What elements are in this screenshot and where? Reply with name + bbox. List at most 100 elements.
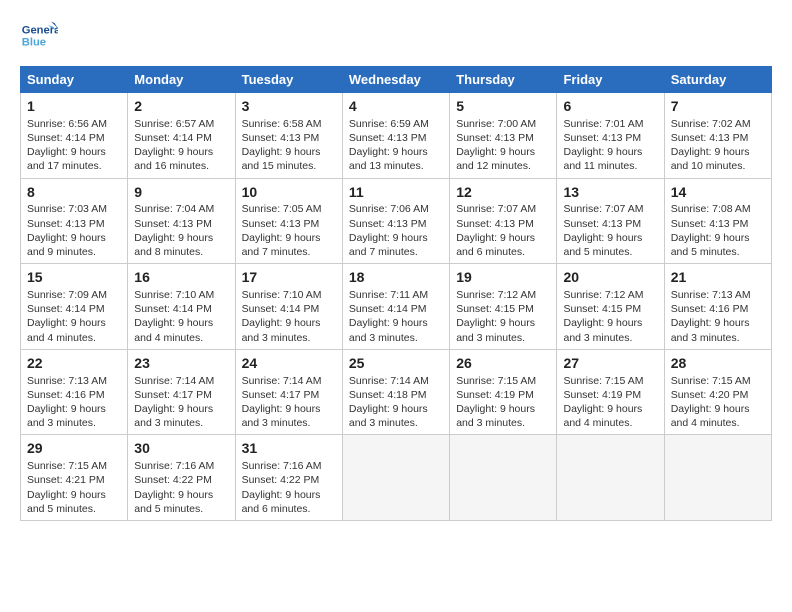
day-number: 26 [456,354,550,373]
day-cell-12: 12Sunrise: 7:07 AMSunset: 4:13 PMDayligh… [450,178,557,264]
day-cell-13: 13Sunrise: 7:07 AMSunset: 4:13 PMDayligh… [557,178,664,264]
day-cell-7: 7 Sunrise: 7:02 AMSunset: 4:13 PMDaylight… [664,93,771,179]
weekday-friday: Friday [557,67,664,93]
day-number: 27 [563,354,657,373]
day-number: 10 [242,183,336,202]
day-number: 21 [671,268,765,287]
weekday-wednesday: Wednesday [342,67,449,93]
empty-cell [450,435,557,521]
day-number: 12 [456,183,550,202]
day-cell-1: 1 Sunrise: 6:56 AMSunset: 4:14 PMDaylight… [21,93,128,179]
week-row-5: 29 Sunrise: 7:15 AMSunset: 4:21 PMDayligh… [21,435,772,521]
day-number: 25 [349,354,443,373]
day-cell-10: 10Sunrise: 7:05 AMSunset: 4:13 PMDayligh… [235,178,342,264]
day-info: Sunrise: 7:00 AMSunset: 4:13 PMDaylight:… [456,118,536,173]
day-info: Sunrise: 7:07 AMSunset: 4:13 PMDaylight:… [456,203,536,258]
day-info: Sunrise: 7:10 AMSunset: 4:14 PMDaylight:… [134,289,214,344]
empty-cell [342,435,449,521]
day-number: 4 [349,97,443,116]
day-number: 23 [134,354,228,373]
day-cell-20: 20 Sunrise: 7:12 AMSunset: 4:15 PMDayligh… [557,264,664,350]
page: General Blue SundayMondayTuesdayWednesda… [0,0,792,533]
day-cell-26: 26 Sunrise: 7:15 AMSunset: 4:19 PMDayligh… [450,349,557,435]
day-number: 9 [134,183,228,202]
day-cell-2: 2Sunrise: 6:57 AMSunset: 4:14 PMDaylight… [128,93,235,179]
day-info: Sunrise: 7:11 AMSunset: 4:14 PMDaylight:… [349,289,428,344]
week-row-4: 22Sunrise: 7:13 AMSunset: 4:16 PMDayligh… [21,349,772,435]
day-number: 18 [349,268,443,287]
day-info: Sunrise: 7:09 AMSunset: 4:14 PMDaylight:… [27,289,107,344]
weekday-saturday: Saturday [664,67,771,93]
empty-cell [664,435,771,521]
weekday-sunday: Sunday [21,67,128,93]
day-number: 16 [134,268,228,287]
day-info: Sunrise: 7:10 AMSunset: 4:14 PMDaylight:… [242,289,322,344]
day-cell-14: 14Sunrise: 7:08 AMSunset: 4:13 PMDayligh… [664,178,771,264]
day-number: 24 [242,354,336,373]
day-cell-27: 27 Sunrise: 7:15 AMSunset: 4:19 PMDayligh… [557,349,664,435]
day-info: Sunrise: 7:07 AMSunset: 4:13 PMDaylight:… [563,203,643,258]
day-cell-3: 3 Sunrise: 6:58 AMSunset: 4:13 PMDaylight… [235,93,342,179]
day-info: Sunrise: 7:14 AMSunset: 4:17 PMDaylight:… [134,375,214,430]
day-number: 15 [27,268,121,287]
day-info: Sunrise: 7:16 AMSunset: 4:22 PMDaylight:… [242,460,322,515]
day-info: Sunrise: 7:06 AMSunset: 4:13 PMDaylight:… [349,203,429,258]
weekday-tuesday: Tuesday [235,67,342,93]
day-info: Sunrise: 6:58 AMSunset: 4:13 PMDaylight:… [242,118,322,173]
day-cell-23: 23 Sunrise: 7:14 AMSunset: 4:17 PMDayligh… [128,349,235,435]
svg-text:General: General [22,25,58,37]
day-info: Sunrise: 7:15 AMSunset: 4:19 PMDaylight:… [456,375,536,430]
day-cell-21: 21Sunrise: 7:13 AMSunset: 4:16 PMDayligh… [664,264,771,350]
day-info: Sunrise: 7:12 AMSunset: 4:15 PMDaylight:… [456,289,536,344]
day-info: Sunrise: 7:14 AMSunset: 4:17 PMDaylight:… [242,375,322,430]
logo: General Blue [20,18,58,56]
day-number: 5 [456,97,550,116]
day-cell-28: 28Sunrise: 7:15 AMSunset: 4:20 PMDayligh… [664,349,771,435]
day-info: Sunrise: 6:59 AMSunset: 4:13 PMDaylight:… [349,118,429,173]
day-number: 7 [671,97,765,116]
day-info: Sunrise: 6:56 AMSunset: 4:14 PMDaylight:… [27,118,107,173]
day-cell-6: 6Sunrise: 7:01 AMSunset: 4:13 PMDaylight… [557,93,664,179]
day-info: Sunrise: 7:12 AMSunset: 4:15 PMDaylight:… [563,289,643,344]
day-cell-8: 8Sunrise: 7:03 AMSunset: 4:13 PMDaylight… [21,178,128,264]
day-cell-17: 17 Sunrise: 7:10 AMSunset: 4:14 PMDayligh… [235,264,342,350]
day-cell-30: 30 Sunrise: 7:16 AMSunset: 4:22 PMDayligh… [128,435,235,521]
week-row-2: 8Sunrise: 7:03 AMSunset: 4:13 PMDaylight… [21,178,772,264]
day-cell-19: 19Sunrise: 7:12 AMSunset: 4:15 PMDayligh… [450,264,557,350]
day-cell-25: 25Sunrise: 7:14 AMSunset: 4:18 PMDayligh… [342,349,449,435]
weekday-header-row: SundayMondayTuesdayWednesdayThursdayFrid… [21,67,772,93]
day-info: Sunrise: 7:02 AMSunset: 4:13 PMDaylight:… [671,118,751,173]
day-info: Sunrise: 7:15 AMSunset: 4:19 PMDaylight:… [563,375,643,430]
weekday-monday: Monday [128,67,235,93]
calendar-table: SundayMondayTuesdayWednesdayThursdayFrid… [20,66,772,521]
day-info: Sunrise: 7:04 AMSunset: 4:13 PMDaylight:… [134,203,214,258]
week-row-1: 1 Sunrise: 6:56 AMSunset: 4:14 PMDaylight… [21,93,772,179]
day-number: 3 [242,97,336,116]
day-cell-29: 29 Sunrise: 7:15 AMSunset: 4:21 PMDayligh… [21,435,128,521]
day-number: 29 [27,439,121,458]
day-number: 1 [27,97,121,116]
header: General Blue [20,18,772,56]
day-info: Sunrise: 7:16 AMSunset: 4:22 PMDaylight:… [134,460,214,515]
week-row-3: 15 Sunrise: 7:09 AMSunset: 4:14 PMDayligh… [21,264,772,350]
day-number: 20 [563,268,657,287]
svg-text:Blue: Blue [22,37,46,49]
day-cell-4: 4 Sunrise: 6:59 AMSunset: 4:13 PMDaylight… [342,93,449,179]
day-number: 30 [134,439,228,458]
day-cell-31: 31 Sunrise: 7:16 AMSunset: 4:22 PMDayligh… [235,435,342,521]
day-info: Sunrise: 7:05 AMSunset: 4:13 PMDaylight:… [242,203,322,258]
day-cell-15: 15 Sunrise: 7:09 AMSunset: 4:14 PMDayligh… [21,264,128,350]
day-cell-11: 11Sunrise: 7:06 AMSunset: 4:13 PMDayligh… [342,178,449,264]
day-number: 31 [242,439,336,458]
day-info: Sunrise: 7:13 AMSunset: 4:16 PMDaylight:… [27,375,107,430]
day-number: 2 [134,97,228,116]
logo-icon: General Blue [20,18,58,56]
day-number: 14 [671,183,765,202]
day-cell-16: 16 Sunrise: 7:10 AMSunset: 4:14 PMDayligh… [128,264,235,350]
day-number: 17 [242,268,336,287]
day-number: 11 [349,183,443,202]
day-info: Sunrise: 7:15 AMSunset: 4:21 PMDaylight:… [27,460,107,515]
day-info: Sunrise: 7:08 AMSunset: 4:13 PMDaylight:… [671,203,751,258]
day-cell-24: 24 Sunrise: 7:14 AMSunset: 4:17 PMDayligh… [235,349,342,435]
day-cell-9: 9Sunrise: 7:04 AMSunset: 4:13 PMDaylight… [128,178,235,264]
